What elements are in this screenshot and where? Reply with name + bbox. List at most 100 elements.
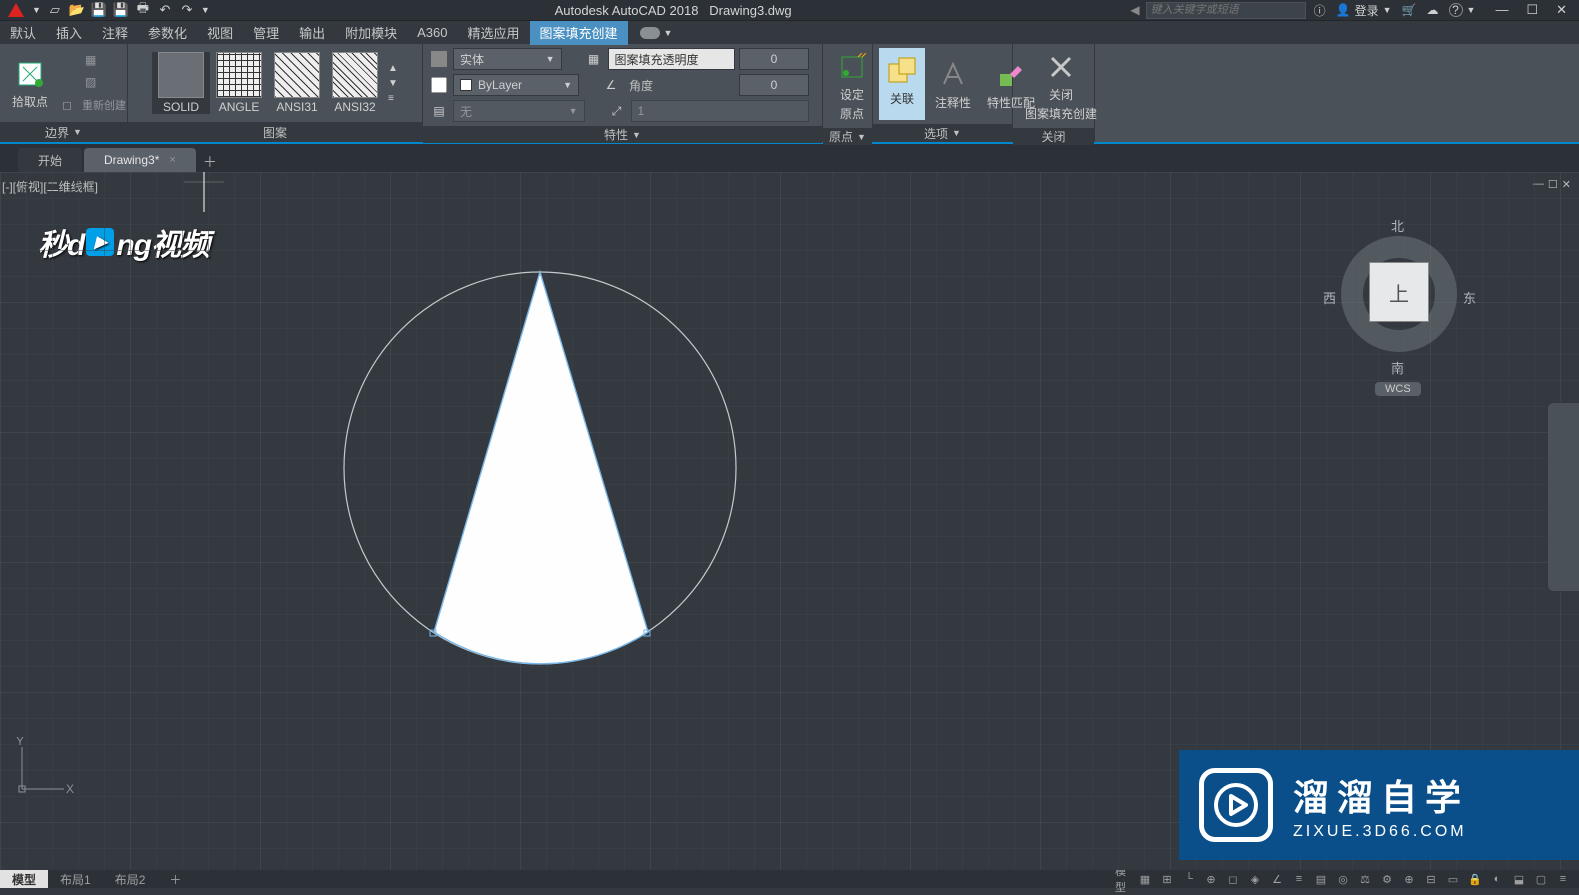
status-ortho-icon[interactable]: └ [1181,872,1197,886]
viewcube-north[interactable]: 北 [1391,216,1404,235]
tab-addins[interactable]: 附加模块 [335,21,407,45]
tab-default[interactable]: 默认 [0,21,46,45]
undo-icon[interactable]: ↶ [157,2,173,18]
title-chevron-icon[interactable]: ◀ [1130,3,1139,17]
panel-origin-label[interactable]: 原点▼ [823,128,872,145]
qat-chevron-icon[interactable]: ▼ [201,5,210,15]
viewcube-south[interactable]: 南 [1391,358,1404,377]
layout-add[interactable]: ＋ [157,870,193,888]
set-origin-button[interactable]: 设定 原点 [829,48,875,124]
maximize-button[interactable]: ☐ [1526,2,1538,18]
status-cycling-icon[interactable]: ◎ [1335,872,1351,886]
ucs-x-label: X [66,782,74,796]
tab-drawing3[interactable]: Drawing3* × [84,148,196,172]
tab-hatch-create[interactable]: 图案填充创建 [530,21,628,45]
close-button[interactable]: ✕ [1556,2,1567,18]
add-tab-button[interactable]: ＋ [198,152,222,172]
color-combo[interactable]: ByLayer ▼ [453,74,579,96]
pick-points-button[interactable]: 拾取点 [6,55,54,112]
status-model-icon[interactable]: 模型 [1115,872,1131,886]
status-osnap-icon[interactable]: ◻ [1225,872,1241,886]
panel-boundary-label[interactable]: 边界 ▼ [0,122,127,142]
status-quickprops-icon[interactable]: ▭ [1445,872,1461,886]
pattern-solid[interactable]: SOLID [152,52,210,114]
tab-insert[interactable]: 插入 [46,21,92,45]
status-lock-icon[interactable]: 🔒 [1467,872,1483,886]
redo-icon[interactable]: ↷ [179,2,195,18]
status-polar-icon[interactable]: ⊕ [1203,872,1219,886]
tab-parametric[interactable]: 参数化 [138,21,197,45]
select-button[interactable]: ▦ [60,51,128,69]
status-grid-icon[interactable]: ▦ [1137,872,1153,886]
tab-view[interactable]: 视图 [197,21,243,45]
tab-output[interactable]: 输出 [289,21,335,45]
app-logo[interactable] [4,1,28,19]
remove-button[interactable]: ▨ [60,73,128,91]
layout-model[interactable]: 模型 [0,870,48,888]
tab-manage[interactable]: 管理 [243,21,289,45]
navigation-bar[interactable] [1547,402,1579,592]
help-button[interactable]: ? ▼ [1449,3,1476,17]
layout-2[interactable]: 布局2 [103,870,158,888]
recreate-button[interactable]: ◻ 重新创建 [60,95,128,115]
app-menu-chevron-icon[interactable]: ▼ [32,5,41,15]
hatch-type-combo[interactable]: 实体 ▼ [453,48,562,70]
login-button[interactable]: 👤 登录 ▼ [1336,2,1392,19]
status-otrack-icon[interactable]: ∠ [1269,872,1285,886]
status-lwt-icon[interactable]: ≡ [1291,872,1307,886]
associative-button[interactable]: 关联 [879,48,925,120]
panel-pattern-label[interactable]: 图案 [128,122,422,142]
status-customize-icon[interactable]: ≡ [1555,872,1571,886]
ribbon-menu-chevron-icon[interactable]: ▼ [664,28,673,38]
exchange-icon[interactable]: 🛒 [1402,3,1417,17]
viewcube-west[interactable]: 西 [1323,288,1336,307]
pattern-down-icon[interactable]: ▼ [388,78,398,89]
annotative-button[interactable]: 注释性 [929,56,977,113]
status-annomonitor-icon[interactable]: ⊕ [1401,872,1417,886]
status-snap-icon[interactable]: ⊞ [1159,872,1175,886]
new-icon[interactable]: ▱ [47,2,63,18]
status-3dosnap-icon[interactable]: ◈ [1247,872,1263,886]
tab-annotate[interactable]: 注释 [92,21,138,45]
viewcube-east[interactable]: 东 [1463,288,1476,307]
pattern-ansi32[interactable]: ANSI32 [326,52,384,114]
tab-featured[interactable]: 精选应用 [458,21,530,45]
status-cleanscreen-icon[interactable]: ▢ [1533,872,1549,886]
a360-icon[interactable]: ☁ [1427,3,1439,17]
status-workspace-icon[interactable]: ⚙ [1379,872,1395,886]
pattern-up-icon[interactable]: ▲ [388,63,398,74]
viewcube-top-face[interactable]: 上 [1369,262,1429,322]
search-input[interactable] [1146,2,1306,19]
tab-close-icon[interactable]: × [169,154,175,166]
pattern-ansi31[interactable]: ANSI31 [268,52,326,114]
panel-options-label[interactable]: 选项 ▼ [873,124,1012,142]
infocenter-icon[interactable]: ⓘ [1314,2,1326,19]
pattern-ansi31-label: ANSI31 [276,100,317,114]
layer-combo[interactable]: 无 ▼ [453,100,585,122]
tab-start[interactable]: 开始 [18,148,82,172]
saveas-icon[interactable]: 💾 [113,2,129,18]
status-isolate-icon[interactable]: ◐ [1489,872,1505,886]
viewcube[interactable]: 上 北 南 东 西 WCS [1329,202,1469,382]
pattern-more-icon[interactable]: ≡ [388,93,398,104]
panel-close-label[interactable]: 关闭 [1013,128,1094,145]
status-hardware-icon[interactable]: ⬓ [1511,872,1527,886]
status-transparency-icon[interactable]: ▤ [1313,872,1329,886]
transparency-value[interactable]: 0 [739,48,809,70]
close-hatch-button[interactable]: 关闭 图案填充创建 [1019,48,1103,124]
wcs-badge[interactable]: WCS [1375,382,1421,396]
layout-1[interactable]: 布局1 [48,870,103,888]
scale-field[interactable]: 1 [631,100,810,122]
minimize-button[interactable]: — [1495,2,1508,18]
status-annoscale-icon[interactable]: ⚖ [1357,872,1373,886]
ribbon-toggle-icon[interactable] [640,27,660,39]
angle-value[interactable]: 0 [739,74,809,96]
print-icon[interactable]: 🖶 [135,2,151,18]
panel-properties-label[interactable]: 特性 ▼ [423,126,822,143]
pattern-angle[interactable]: ANGLE [210,52,268,114]
save-icon[interactable]: 💾 [91,2,107,18]
open-icon[interactable]: 📂 [69,2,85,18]
status-units-icon[interactable]: ⊟ [1423,872,1439,886]
transparency-combo[interactable]: 图案填充透明度 [608,48,735,70]
tab-a360[interactable]: A360 [407,21,457,45]
